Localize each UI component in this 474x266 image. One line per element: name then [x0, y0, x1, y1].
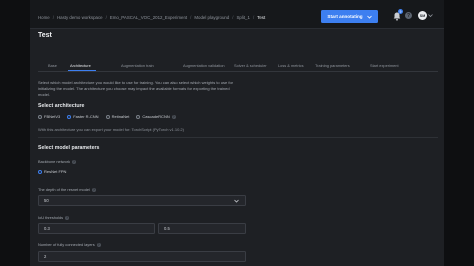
radio-selected-icon[interactable] — [67, 114, 72, 119]
backbone-option-resnet-fpn[interactable]: ResNet FPN — [38, 169, 66, 174]
fc-layers-label-text: Number of fully connected layers — [38, 242, 95, 247]
tab-bar: Base Architecture Augmentation train Aug… — [38, 61, 438, 72]
breadcrumb: Home / Hasty demo workspace / Emo_PASCAL… — [38, 15, 265, 20]
left-letterbox — [0, 0, 30, 266]
start-annotating-button[interactable]: Start annotating — [321, 10, 378, 23]
tab-start-experiment[interactable]: Start experiment — [370, 63, 399, 68]
depth-select[interactable]: 50 — [38, 195, 246, 206]
export-note: With this architecture you can export yo… — [38, 127, 184, 132]
backbone-label: Backbone network ? — [38, 159, 77, 164]
architecture-option-fbnetv3[interactable]: FBNetV3 — [38, 114, 60, 119]
tab-augmentation-train[interactable]: Augmentation train — [121, 63, 154, 68]
iou-label-text: IoU thresholds — [38, 215, 64, 220]
depth-label-text: The depth of the resnet model — [38, 187, 90, 192]
backbone-label-text: Backbone network — [38, 159, 71, 164]
section-divider — [38, 137, 438, 138]
breadcrumb-current: Test — [257, 15, 266, 20]
info-icon[interactable]: ? — [91, 187, 96, 192]
breadcrumb-separator: / — [190, 15, 192, 20]
breadcrumb-model-playground[interactable]: Model playground — [194, 15, 229, 20]
depth-label: The depth of the resnet model ? — [38, 187, 96, 192]
notification-badge: 9 — [398, 9, 403, 14]
chevron-down-icon[interactable] — [428, 13, 433, 18]
breadcrumb-home[interactable]: Home — [38, 15, 50, 20]
architecture-option-faster-rcnn[interactable]: Faster R-CNN — [67, 114, 99, 119]
option-label: ResNet FPN — [44, 169, 67, 174]
tab-base[interactable]: Base — [48, 63, 57, 68]
iou-label: IoU thresholds ? — [38, 215, 70, 220]
breadcrumb-split[interactable]: Split_1 — [237, 15, 250, 20]
right-letterbox — [444, 0, 474, 266]
tab-solver-scheduler[interactable]: Solver & scheduler — [234, 63, 267, 68]
radio-selected-icon[interactable] — [38, 169, 42, 174]
info-icon[interactable]: ? — [65, 215, 70, 220]
radio-icon[interactable] — [105, 114, 110, 119]
architecture-option-cascadercnn[interactable]: CascadeRCNN ? — [136, 114, 176, 119]
architecture-description: Select which model architecture you woul… — [38, 80, 233, 97]
iou-threshold-high-input[interactable] — [158, 223, 246, 234]
breadcrumb-separator: / — [252, 15, 255, 20]
help-icon[interactable]: ? — [405, 12, 412, 19]
iou-threshold-low-input[interactable] — [38, 223, 155, 234]
tab-loss-metrics[interactable]: Loss & metrics — [278, 63, 304, 68]
top-bar: Home / Hasty demo workspace / Emo_PASCAL… — [30, 0, 444, 29]
info-icon[interactable]: ? — [96, 242, 101, 247]
fc-layers-input[interactable] — [38, 251, 246, 262]
option-label: Faster R-CNN — [73, 114, 99, 119]
architecture-option-retinanet[interactable]: RetinaNet — [105, 114, 130, 119]
breadcrumb-experiment[interactable]: Emo_PASCAL_VOC_2012_Experiment — [110, 15, 187, 20]
breadcrumb-separator: / — [105, 15, 107, 20]
select-architecture-heading: Select architecture — [38, 103, 85, 109]
option-label: RetinaNet — [111, 114, 130, 119]
radio-icon[interactable] — [136, 114, 141, 119]
active-tab-indicator — [68, 70, 96, 71]
radio-icon[interactable] — [38, 114, 42, 119]
start-annotating-label: Start annotating — [327, 14, 363, 19]
option-label: CascadeRCNN — [142, 114, 170, 119]
tab-architecture[interactable]: Architecture — [70, 63, 91, 68]
fc-layers-label: Number of fully connected layers ? — [38, 242, 101, 247]
option-label: FBNetV3 — [44, 114, 61, 119]
breadcrumb-workspace[interactable]: Hasty demo workspace — [57, 15, 103, 20]
breadcrumb-separator: / — [232, 15, 234, 20]
app-window: Home / Hasty demo workspace / Emo_PASCAL… — [30, 0, 444, 266]
chevron-down-icon[interactable] — [234, 199, 239, 203]
info-icon[interactable]: ? — [171, 114, 176, 119]
tab-training-parameters[interactable]: Training parameters — [315, 63, 350, 68]
page-title: Test — [38, 32, 52, 39]
breadcrumb-separator: / — [52, 15, 54, 20]
info-icon[interactable]: ? — [72, 159, 77, 164]
user-avatar[interactable]: SM — [418, 11, 427, 20]
chevron-down-icon — [366, 15, 372, 19]
tab-augmentation-validation[interactable]: Augmentation validation — [183, 63, 225, 68]
model-parameters-heading: Select model parameters — [38, 145, 100, 151]
backbone-radio-group: ResNet FPN — [38, 169, 73, 174]
architecture-radio-group: FBNetV3 Faster R-CNN RetinaNet CascadeRC… — [38, 114, 183, 119]
